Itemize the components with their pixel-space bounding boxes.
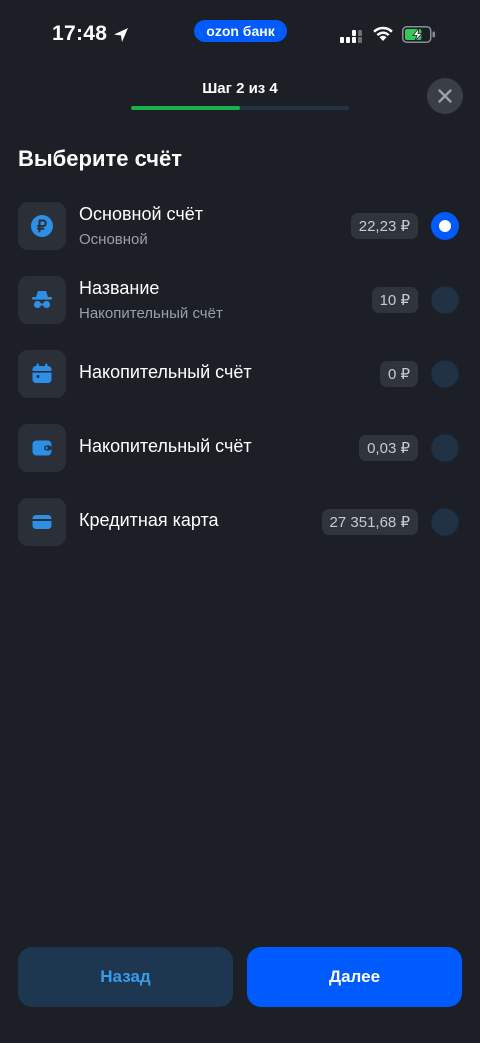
step-progress-fill (131, 106, 240, 110)
account-balance: 22,23 ₽ (350, 213, 418, 239)
account-subtitle: Основной (79, 231, 148, 248)
account-icon-tile (18, 498, 66, 546)
account-row-savings-2[interactable]: Накопительный счёт 0,03 ₽ (0, 416, 480, 490)
account-icon-tile (18, 424, 66, 472)
battery-charging-icon (402, 26, 435, 43)
account-icon-tile (18, 202, 66, 250)
credit-card-icon (32, 515, 52, 529)
brand-pill: ozon банк (194, 20, 287, 42)
account-icon-tile (18, 276, 66, 324)
account-list: Основной счёт Основной 22,23 ₽ Название … (0, 194, 480, 564)
wallet-icon (32, 440, 52, 456)
wifi-icon (373, 26, 393, 41)
account-name: Накопительный счёт (79, 436, 252, 456)
status-time: 17:48 (52, 22, 108, 45)
account-name: Название (79, 278, 160, 298)
status-bar: 17:48 ozon банк (0, 0, 480, 70)
back-button[interactable]: Назад (18, 947, 233, 1007)
account-name: Накопительный счёт (79, 362, 252, 382)
account-balance: 0 ₽ (379, 361, 418, 387)
page-title: Выберите счёт (18, 146, 183, 171)
account-radio[interactable] (431, 212, 459, 240)
account-balance: 27 351,68 ₽ (321, 509, 418, 535)
location-arrow-icon (114, 28, 128, 42)
account-row-credit-card[interactable]: Кредитная карта 27 351,68 ₽ (0, 490, 480, 564)
account-radio[interactable] (431, 360, 459, 388)
next-button[interactable]: Далее (247, 947, 462, 1007)
cellular-signal-icon (340, 30, 362, 43)
account-radio[interactable] (431, 286, 459, 314)
account-radio[interactable] (431, 508, 459, 536)
account-name: Кредитная карта (79, 510, 219, 530)
account-balance: 10 ₽ (371, 287, 418, 313)
incognito-icon (32, 291, 52, 309)
account-radio[interactable] (431, 434, 459, 462)
close-button[interactable] (427, 78, 463, 114)
account-name: Основной счёт (79, 204, 203, 224)
account-subtitle: Накопительный счёт (79, 305, 223, 322)
close-icon (438, 89, 452, 103)
account-row-savings-1[interactable]: Накопительный счёт 0 ₽ (0, 342, 480, 416)
ruble-icon (31, 215, 53, 237)
calendar-icon (32, 363, 52, 383)
account-balance: 0,03 ₽ (359, 435, 418, 461)
step-progress-bar (131, 106, 349, 110)
account-row-main[interactable]: Основной счёт Основной 22,23 ₽ (0, 194, 480, 268)
account-row-named[interactable]: Название Накопительный счёт 10 ₽ (0, 268, 480, 342)
step-indicator: Шаг 2 из 4 (202, 80, 278, 97)
account-icon-tile (18, 350, 66, 398)
